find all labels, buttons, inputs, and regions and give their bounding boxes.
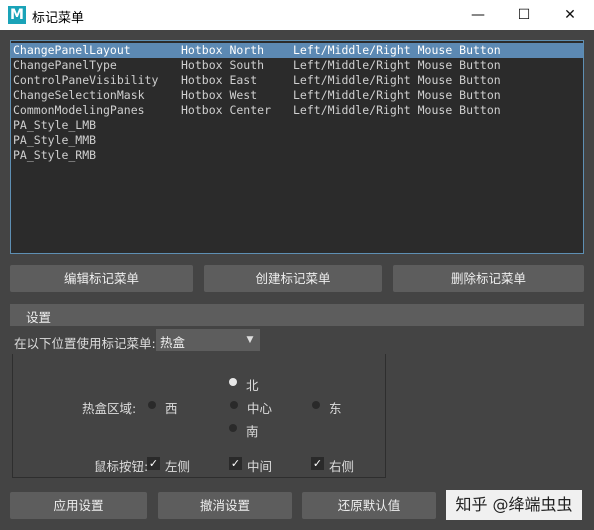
use-in-label: 在以下位置使用标记菜单: <box>14 336 156 351</box>
list-item-name: ChangeSelectionMask <box>13 88 145 102</box>
settings-title: 设置 <box>26 310 52 325</box>
chevron-down-icon: ▼ <box>246 335 254 345</box>
region-north-radio[interactable] <box>229 378 237 386</box>
list-item-button: Left/Middle/Right Mouse Button <box>293 73 501 87</box>
mouse-right-checkbox[interactable]: ✓ <box>311 457 324 470</box>
list-item-name: ControlPaneVisibility <box>13 73 159 87</box>
minimize-button[interactable]: — <box>455 0 501 30</box>
list-item-name: PA_Style_RMB <box>13 148 97 162</box>
list-item-button: Left/Middle/Right Mouse Button <box>293 88 501 102</box>
mouse-middle-label: 中间 <box>247 459 273 474</box>
apply-settings-button[interactable]: 应用设置 <box>10 492 147 519</box>
mouse-right-label: 右侧 <box>329 459 355 474</box>
restore-defaults-button[interactable]: 还原默认值 <box>302 492 436 519</box>
title-bar: M 标记菜单 — ☐ ✕ <box>0 0 594 30</box>
list-item[interactable]: PA_Style_RMB <box>11 148 583 163</box>
mouse-middle-checkbox[interactable]: ✓ <box>229 457 242 470</box>
list-item-button: Left/Middle/Right Mouse Button <box>293 103 501 117</box>
region-west-radio[interactable] <box>148 401 156 409</box>
list-item-location: Hotbox East <box>181 73 258 87</box>
mouse-button-label: 鼠标按钮: <box>94 459 149 474</box>
window-title: 标记菜单 <box>32 11 85 26</box>
list-item[interactable]: ChangeSelectionMask Hotbox West Left/Mid… <box>11 88 583 103</box>
undo-settings-button[interactable]: 撤消设置 <box>158 492 292 519</box>
list-item-name: PA_Style_LMB <box>13 118 97 132</box>
region-south-radio[interactable] <box>229 424 237 432</box>
list-item-name: ChangePanelType <box>13 58 117 72</box>
region-east-radio[interactable] <box>312 401 320 409</box>
settings-section-header[interactable]: 设置 <box>10 304 584 326</box>
list-item-name: ChangePanelLayout <box>13 43 131 57</box>
create-marking-menu-button[interactable]: 创建标记菜单 <box>204 265 382 292</box>
use-in-value: 热盒 <box>160 335 186 350</box>
edit-marking-menu-button[interactable]: 编辑标记菜单 <box>10 265 193 292</box>
hotbox-region-label: 热盒区域: <box>82 401 137 416</box>
list-item[interactable]: ChangePanelLayout Hotbox North Left/Midd… <box>11 43 583 58</box>
list-item-location: Hotbox West <box>181 88 258 102</box>
list-item-location: Hotbox North <box>181 43 265 57</box>
region-center-radio[interactable] <box>230 401 238 409</box>
list-item[interactable]: ChangePanelType Hotbox South Left/Middle… <box>11 58 583 73</box>
region-center-label: 中心 <box>247 401 273 416</box>
list-item[interactable]: PA_Style_LMB <box>11 118 583 133</box>
list-item[interactable]: PA_Style_MMB <box>11 133 583 148</box>
region-west-label: 西 <box>165 401 178 416</box>
list-item[interactable]: ControlPaneVisibility Hotbox East Left/M… <box>11 73 583 88</box>
list-item-name: PA_Style_MMB <box>13 133 97 147</box>
mouse-left-label: 左侧 <box>165 459 191 474</box>
maximize-button[interactable]: ☐ <box>501 0 547 30</box>
list-item-location: Hotbox South <box>181 58 265 72</box>
zhihu-watermark: 知乎 @绛端虫虫 <box>446 490 582 520</box>
list-item-name: CommonModelingPanes <box>13 103 145 117</box>
mouse-left-checkbox[interactable]: ✓ <box>147 457 160 470</box>
close-button[interactable]: ✕ <box>547 0 593 30</box>
region-east-label: 东 <box>329 401 342 416</box>
maya-app-icon: M <box>8 6 26 24</box>
list-item-location: Hotbox Center <box>181 103 272 117</box>
use-in-dropdown[interactable]: 热盒 ▼ <box>156 329 260 351</box>
list-item-button: Left/Middle/Right Mouse Button <box>293 58 501 72</box>
region-south-label: 南 <box>246 424 259 439</box>
list-item-button: Left/Middle/Right Mouse Button <box>293 43 501 57</box>
delete-marking-menu-button[interactable]: 删除标记菜单 <box>393 265 584 292</box>
region-north-label: 北 <box>246 378 259 393</box>
marking-menu-list[interactable]: ChangePanelLayout Hotbox North Left/Midd… <box>10 40 584 254</box>
list-item[interactable]: CommonModelingPanes Hotbox Center Left/M… <box>11 103 583 118</box>
